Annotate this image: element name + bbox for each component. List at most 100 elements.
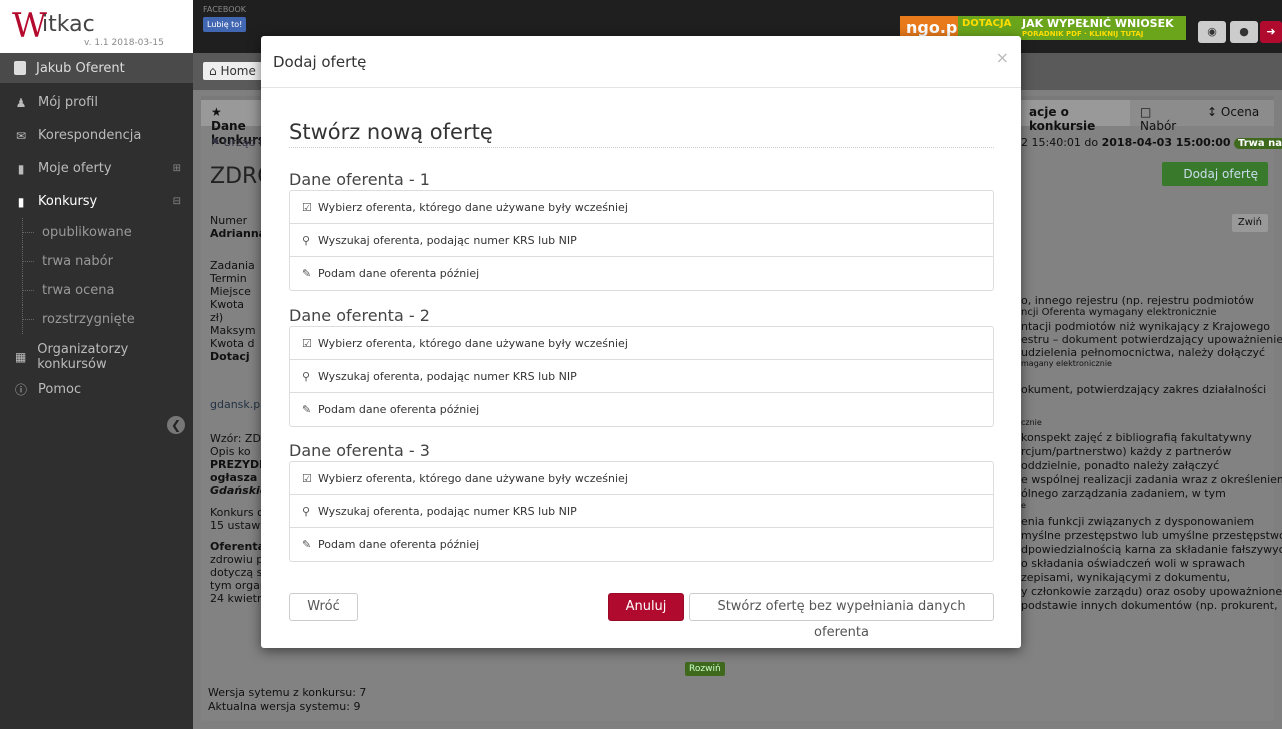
detail-line: Zadania — [210, 259, 255, 272]
collapse-sidebar-icon[interactable]: ❮ — [167, 416, 185, 434]
detail-line: Maksym — [210, 324, 256, 337]
tab-contest-data[interactable]: ★ Dane konkursu — [201, 100, 274, 147]
sidebar-item-my-offers[interactable]: ▮ Moje oferty ⊞ — [0, 152, 193, 185]
detail-line: udzielenia pełnomocnictwa, należy dołącz… — [1021, 346, 1266, 359]
sidebar-item-label: Korespondencja — [38, 128, 142, 143]
detail-line: Dotacj — [210, 350, 250, 363]
breadcrumb-home[interactable]: ⌂ Home — [203, 62, 262, 80]
tab-label: Ocena — [1220, 105, 1260, 119]
check-square-icon: ☑ — [302, 200, 312, 214]
detail-line: o składania oświadczeń woli w sprawach — [1021, 557, 1246, 570]
back-button[interactable]: Wróć — [289, 593, 358, 621]
sidebar-item-label: Mój profil — [38, 95, 98, 110]
organizer-link[interactable]: ⚑ Urząd M — [210, 136, 268, 149]
expand-icon[interactable]: ⊞ — [173, 163, 181, 174]
sidebar-subitem-recruiting[interactable]: trwa nabór — [0, 247, 193, 276]
option-list: ☑ Wybierz oferenta, którego dane używane … — [289, 190, 994, 291]
sidebar-item-profile[interactable]: ♟ Mój profil — [0, 86, 193, 119]
detail-line: PREZYDE — [210, 458, 267, 471]
close-icon[interactable]: × — [996, 48, 1009, 67]
info-icon: ⓘ — [14, 383, 27, 397]
chat-icon[interactable]: ● — [1230, 21, 1258, 43]
logo-text: itkac — [42, 12, 95, 37]
check-square-icon: ☑ — [302, 471, 312, 485]
guide-subtitle: PORADNIK PDF · KLIKNIJ TUTAJ — [1022, 30, 1144, 38]
detail-line: ogłasza k — [210, 471, 269, 484]
detail-line: Kwota — [210, 298, 244, 311]
detail-line: Wzór: ZDR — [210, 432, 269, 445]
detail-line: Konkurs o — [210, 506, 264, 519]
detail-line: dpowiedzialnością karna za składanie fał… — [1021, 543, 1282, 556]
detail-line: Opis ko — [210, 445, 251, 458]
detail-line: estru – dokument potwierdzający upoważni… — [1021, 333, 1282, 346]
eye-icon[interactable]: ◉ — [1198, 21, 1226, 43]
expand-button[interactable]: Rozwiń — [685, 662, 725, 676]
sidebar-item-organizers[interactable]: ▦ Organizatorzy konkursów — [0, 340, 193, 373]
system-version-contest: Wersja sytemu z konkursu: 7 — [208, 686, 367, 699]
detail-line: zdrowiu p — [210, 553, 264, 566]
detail-line: zł) — [210, 311, 224, 324]
guide-banner[interactable]: JAK WYPEŁNIĆ WNIOSEK PORADNIK PDF · KLIK… — [1018, 16, 1186, 40]
date-end: 2018-04-03 15:00:00 — [1101, 136, 1231, 149]
recruitment-dates: 2 15:40:01 do 2018-04-03 15:00:00 Trwa n… — [1021, 136, 1282, 149]
add-offer-modal: Dodaj ofertę × Stwórz nową ofertę Dane o… — [261, 36, 1021, 648]
sidebar-item-label: Pomoc — [38, 382, 82, 397]
sidebar-item-correspondence[interactable]: ✉ Korespondencja — [0, 119, 193, 152]
user-profile[interactable]: Jakub Oferent — [0, 53, 193, 83]
detail-line: 15 ustawy — [210, 519, 267, 532]
provide-later-option[interactable]: ✎ Podam dane oferenta później — [290, 257, 993, 290]
detail-line: y członkowie zarządu) oraz osoby upoważn… — [1021, 585, 1282, 598]
system-version-current: Aktualna wersja systemu: 9 — [208, 700, 361, 713]
modal-title: Dodaj ofertę — [273, 53, 367, 71]
collapse-icon[interactable]: ⊟ — [173, 196, 181, 207]
provide-later-option[interactable]: ✎ Podam dane oferenta później — [290, 393, 993, 426]
detail-line: ncji Oferenta wymagany elektronicznie — [1021, 307, 1217, 318]
detail-line: cznie — [1021, 418, 1042, 427]
detail-line: zepisami, wynikającymi z dokumentu, — [1021, 571, 1231, 584]
status-badge: Trwa nabór — [1234, 138, 1282, 149]
add-offer-label: Dodaj ofertę — [1183, 167, 1258, 181]
search-icon: ⚲ — [302, 504, 311, 518]
user-icon: ♟ — [15, 95, 27, 110]
building-icon: ▦ — [14, 349, 27, 364]
logout-icon[interactable]: ➜ — [1260, 21, 1282, 43]
search-offeror-option[interactable]: ⚲ Wyszukaj oferenta, podając numer KRS lu… — [290, 224, 993, 257]
sidebar-item-help[interactable]: ⓘ Pomoc — [0, 373, 193, 406]
option-label: Wybierz oferenta, którego dane używane b… — [318, 200, 628, 214]
collapse-button[interactable]: Zwiń — [1231, 214, 1268, 232]
search-icon: ⚲ — [302, 369, 311, 383]
detail-line: Miejsce — [210, 285, 251, 298]
detail-line: Adrianna — [210, 227, 267, 240]
detail-line: o, innego rejestru (np. rejestru podmiot… — [1021, 294, 1254, 307]
choose-previous-offeror-option[interactable]: ☑ Wybierz oferenta, którego dane używane … — [290, 462, 993, 495]
app-logo[interactable]: W itkac v. 1.1 2018-03-15 — [0, 0, 193, 53]
sidebar-item-contests[interactable]: ▮ Konkursy ⊟ — [0, 185, 193, 218]
sidebar-item-label: Moje oferty — [38, 161, 112, 176]
create-without-data-button[interactable]: Stwórz ofertę bez wypełniania danych ofe… — [689, 593, 994, 640]
sidebar-subitem-published[interactable]: opublikowane — [0, 218, 193, 247]
search-offeror-option[interactable]: ⚲ Wyszukaj oferenta, podając numer KRS lu… — [290, 495, 993, 528]
option-label: Wyszukaj oferenta, podając numer KRS lub… — [318, 233, 577, 247]
option-label: Wybierz oferenta, którego dane używane b… — [318, 471, 628, 485]
sidebar-subitem-evaluating[interactable]: trwa ocena — [0, 276, 193, 305]
detail-line: okument, potwierdzający zakres działalno… — [1021, 383, 1267, 396]
divider — [289, 147, 994, 148]
detail-line: oddzielnie, ponadto należy załączyć — [1021, 459, 1220, 472]
section-title: Dane oferenta - 2 — [289, 306, 430, 325]
choose-previous-offeror-option[interactable]: ☑ Wybierz oferenta, którego dane używane … — [290, 191, 993, 224]
cancel-button[interactable]: Anuluj — [608, 593, 684, 621]
tab-contest-info[interactable]: acje o konkursie — [1019, 100, 1130, 133]
sidebar-subitem-resolved[interactable]: rozstrzygnięte — [0, 305, 193, 334]
facebook-like-button[interactable]: Lubię to! — [203, 17, 247, 32]
sidebar-item-label: Konkursy — [38, 194, 98, 209]
provide-later-option[interactable]: ✎ Podam dane oferenta później — [290, 528, 993, 561]
detail-line: magany elektronicznie — [1021, 359, 1112, 368]
detail-link[interactable]: gdansk.pl — [210, 398, 263, 411]
search-offeror-option[interactable]: ⚲ Wyszukaj oferenta, podając numer KRS lu… — [290, 360, 993, 393]
tab-evaluation[interactable]: ↕ Ocena — [1197, 100, 1274, 126]
detail-line: podstawie innych dokumentów (np. prokure… — [1021, 599, 1278, 612]
add-offer-button[interactable]: Dodaj ofertę — [1162, 162, 1268, 186]
option-label: Podam dane oferenta później — [318, 403, 480, 416]
tab-recruitment[interactable]: □ Nabór — [1130, 100, 1197, 133]
choose-previous-offeror-option[interactable]: ☑ Wybierz oferenta, którego dane używane … — [290, 327, 993, 360]
